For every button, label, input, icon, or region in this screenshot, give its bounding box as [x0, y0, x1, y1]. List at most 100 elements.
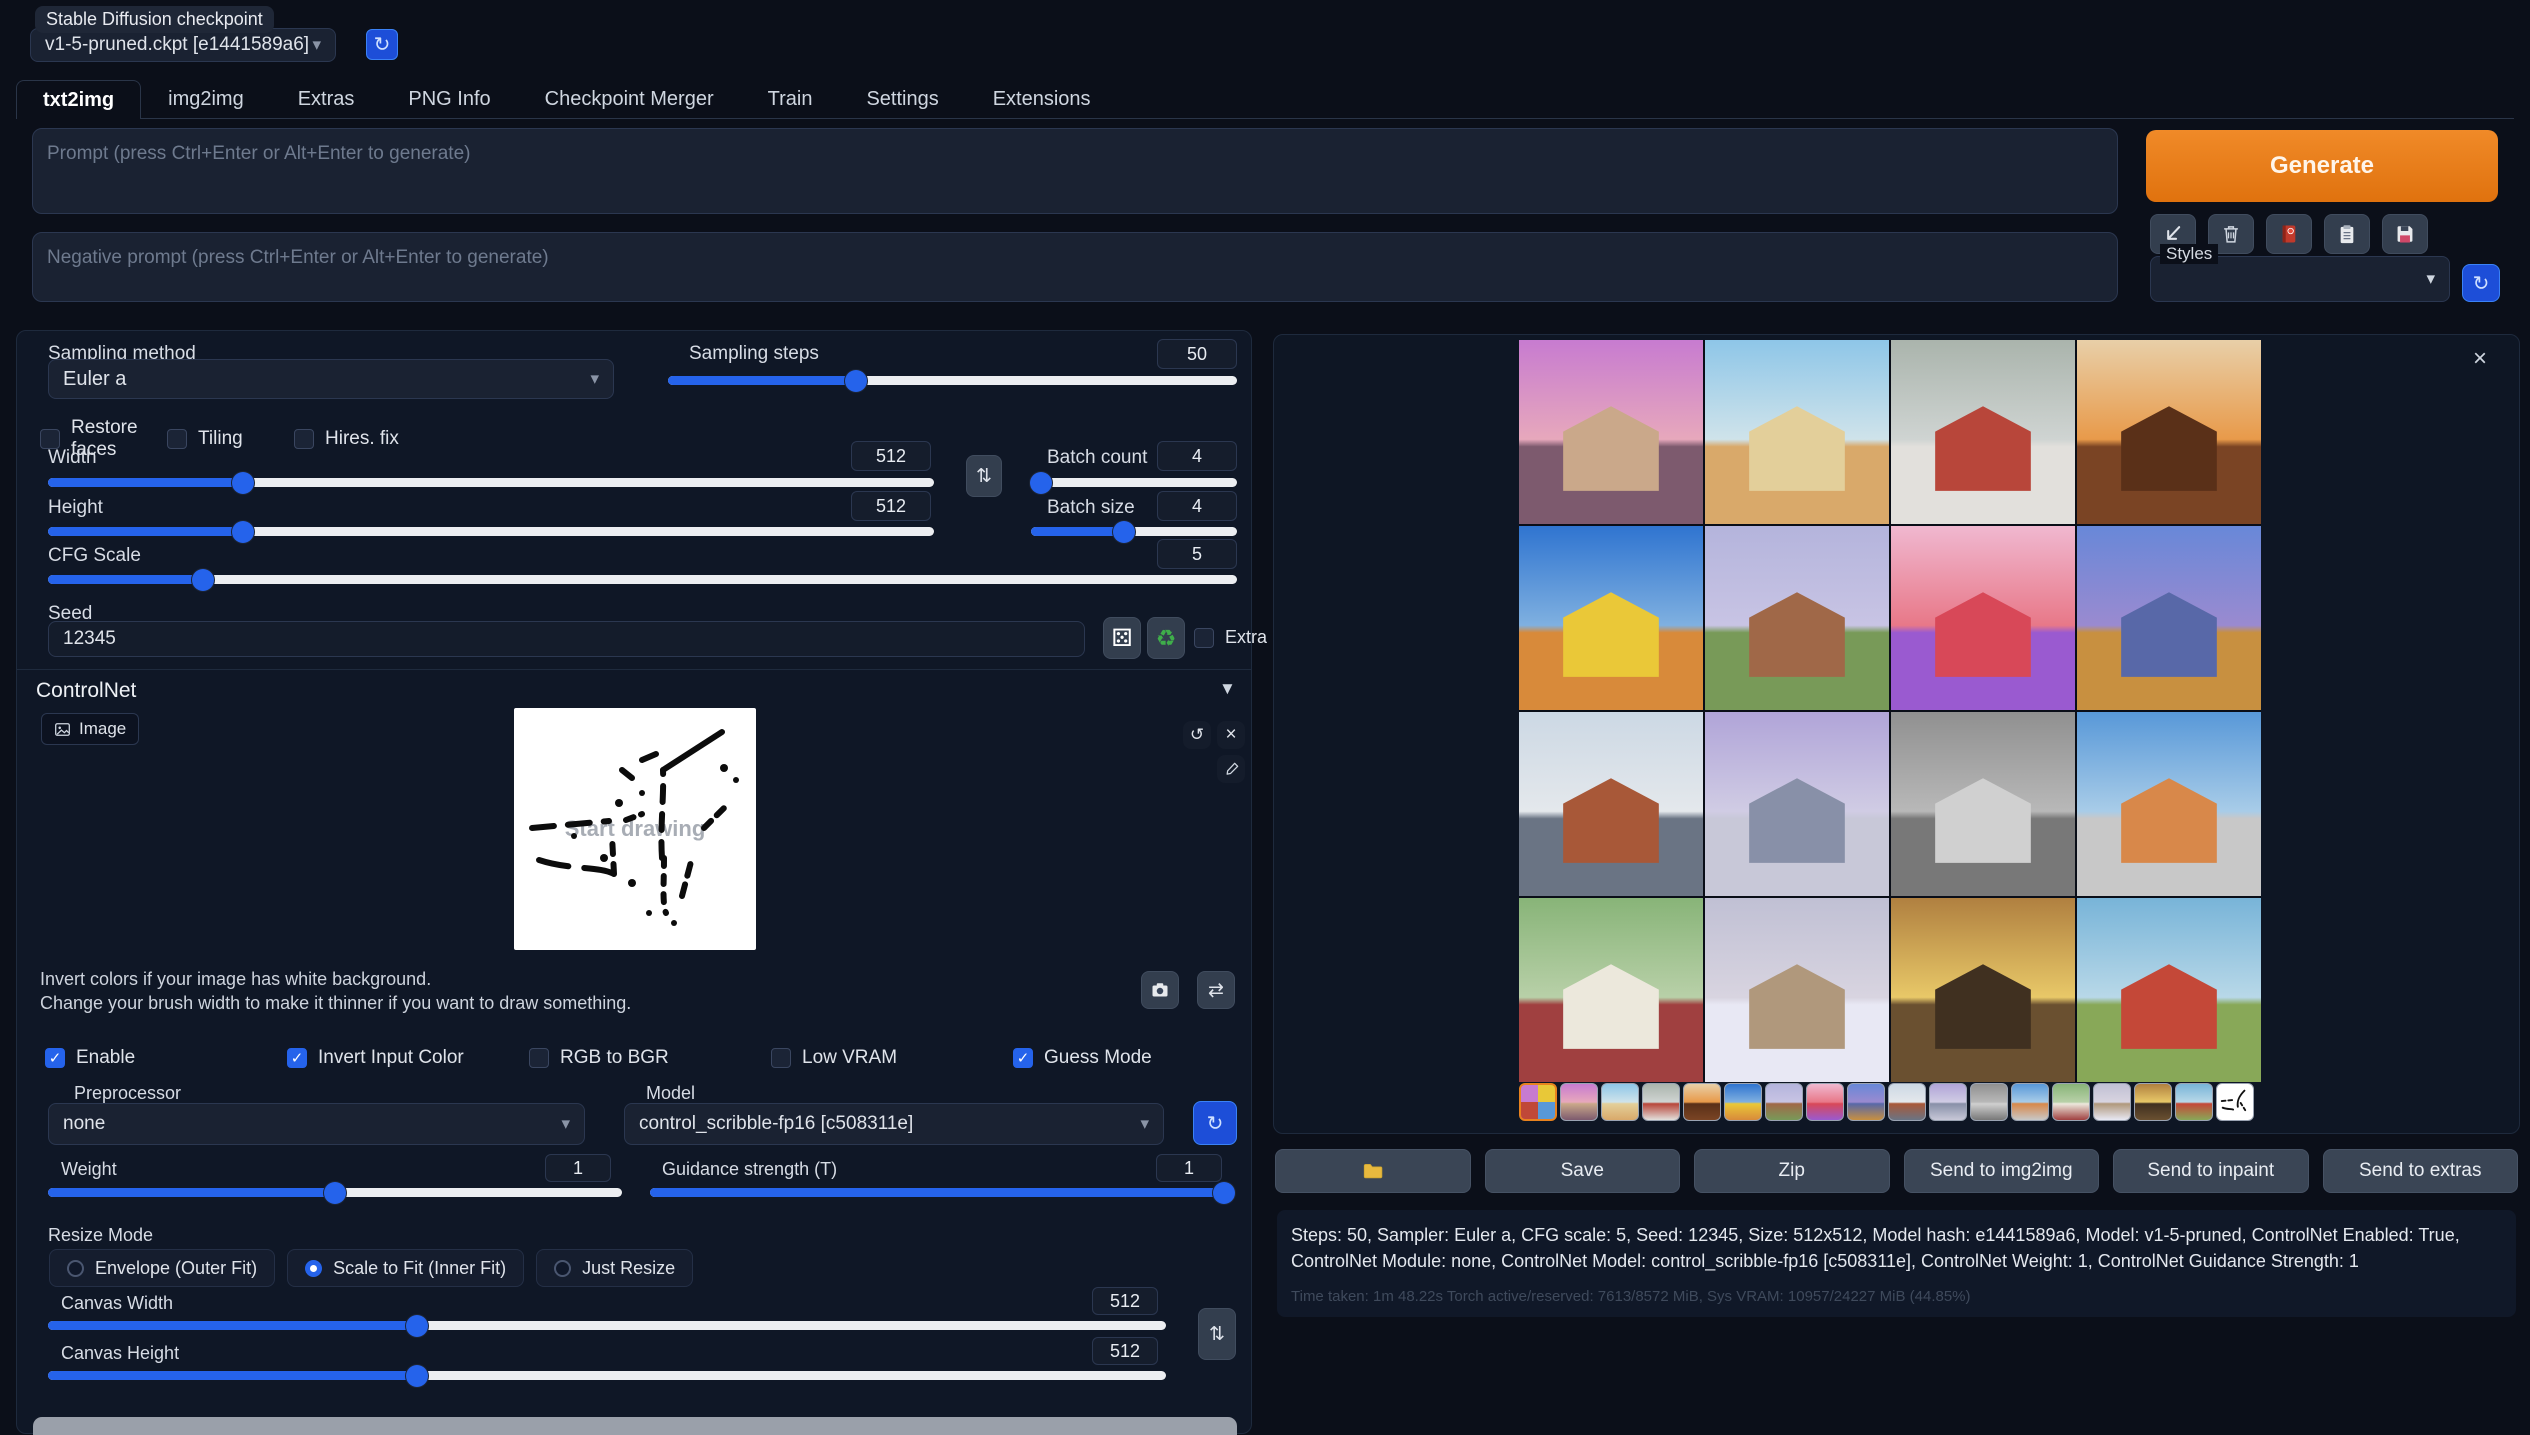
model-dropdown[interactable]: control_scribble-fp16 [c508311e] ▾	[624, 1103, 1164, 1145]
gallery-image-red-houses-snow[interactable]	[1891, 340, 2075, 524]
controlnet-title[interactable]: ControlNet	[36, 679, 136, 703]
gallery-image-white-house-red-bushes[interactable]	[1519, 898, 1703, 1082]
swap-canvas-dimensions-button[interactable]: ⇅	[1198, 1308, 1236, 1360]
tab-img2img[interactable]: img2img	[141, 79, 271, 118]
thumbnail-yellow-house-blue-sky[interactable]	[1724, 1083, 1762, 1121]
seed-extra-checkbox[interactable]: Extra	[1194, 627, 1267, 648]
guidance-strength-slider[interactable]	[650, 1188, 1224, 1197]
checkbox-tiling[interactable]: Tiling	[167, 417, 294, 461]
checkbox-guess-mode[interactable]: ✓Guess Mode	[1013, 1047, 1152, 1069]
tab-settings[interactable]: Settings	[839, 79, 965, 118]
gallery-image-yellow-house-blue-sky[interactable]	[1519, 526, 1703, 710]
height-slider[interactable]	[48, 527, 934, 536]
gallery-image-brick-house-lavender-sky[interactable]	[1705, 526, 1889, 710]
sampling-steps-value[interactable]: 50	[1157, 339, 1237, 369]
checkbox[interactable]	[167, 429, 187, 449]
negative-prompt-input[interactable]	[32, 232, 2118, 302]
controlnet-image-tab[interactable]: Image	[41, 713, 139, 745]
open-folder-button[interactable]	[1275, 1149, 1471, 1193]
height-value[interactable]: 512	[851, 491, 931, 521]
batch-count-slider[interactable]	[1031, 478, 1237, 487]
swap-dimensions-button[interactable]: ⇅	[966, 455, 1002, 497]
tab-extensions[interactable]: Extensions	[966, 79, 1118, 118]
tab-checkpoint-merger[interactable]: Checkpoint Merger	[518, 79, 741, 118]
checkbox[interactable]: ✓	[1013, 1048, 1033, 1068]
checkbox[interactable]	[771, 1048, 791, 1068]
thumbnail-brown-houses-road[interactable]	[1888, 1083, 1926, 1121]
resize-mode-scale-to-fit-inner-fit-[interactable]: Scale to Fit (Inner Fit)	[287, 1249, 524, 1287]
send-to-img2img-button[interactable]: Send to img2img	[1904, 1149, 2100, 1193]
send-to-inpaint-button[interactable]: Send to inpaint	[2113, 1149, 2309, 1193]
checkpoint-refresh-button[interactable]: ↻	[366, 29, 398, 60]
canvas-width-value[interactable]: 512	[1092, 1287, 1158, 1315]
weight-value[interactable]: 1	[545, 1154, 611, 1182]
canvas-close-button[interactable]: ×	[1217, 721, 1245, 749]
checkbox[interactable]	[40, 429, 60, 449]
cfg-scale-value[interactable]: 5	[1157, 539, 1237, 569]
mirror-webcam-button[interactable]: ⇄	[1197, 971, 1235, 1009]
thumbnail-golden-sunset-barn[interactable]	[2134, 1083, 2172, 1121]
tab-txt2img[interactable]: txt2img	[16, 80, 141, 119]
gallery-image-sun-colorful-street[interactable]	[2077, 526, 2261, 710]
radio-dot[interactable]	[554, 1260, 571, 1277]
checkbox-hires-fix[interactable]: Hires. fix	[294, 417, 399, 461]
batch-count-value[interactable]: 4	[1157, 441, 1237, 471]
prompt-input[interactable]	[32, 128, 2118, 214]
resize-mode-just-resize[interactable]: Just Resize	[536, 1249, 693, 1287]
gallery-image-colorful-street-blue-sky[interactable]	[2077, 712, 2261, 896]
red-book-button[interactable]	[2266, 214, 2312, 254]
floppy-button[interactable]	[2382, 214, 2428, 254]
send-to-extras-button[interactable]: Send to extras	[2323, 1149, 2519, 1193]
canvas-height-slider[interactable]	[48, 1371, 1166, 1380]
thumbnail-sunset-house-purple-path[interactable]	[1806, 1083, 1844, 1121]
thumbnail-tan-houses-blue-sky[interactable]	[1601, 1083, 1639, 1121]
checkbox[interactable]: ✓	[287, 1048, 307, 1068]
checkbox-low-vram[interactable]: Low VRAM	[771, 1047, 1013, 1069]
gallery-image-snowy-mountain-village[interactable]	[1705, 898, 1889, 1082]
gallery-image-grey-old-house[interactable]	[1891, 712, 2075, 896]
thumbnail-brick-house-lavender-sky[interactable]	[1765, 1083, 1803, 1121]
thumbnail-sun-colorful-street[interactable]	[1847, 1083, 1885, 1121]
new-canvas-button[interactable]	[1141, 971, 1179, 1009]
model-refresh-button[interactable]: ↻	[1193, 1101, 1237, 1145]
checkbox-rgb-to-bgr[interactable]: RGB to BGR	[529, 1047, 771, 1069]
gallery-image-tan-houses-blue-sky[interactable]	[1705, 340, 1889, 524]
batch-size-slider[interactable]	[1031, 527, 1237, 536]
canvas-brush-button[interactable]	[1217, 755, 1245, 783]
sampling-method-dropdown[interactable]: Euler a ▾	[48, 359, 614, 399]
tab-extras[interactable]: Extras	[271, 79, 382, 118]
gallery-image-brown-houses-road[interactable]	[1519, 712, 1703, 896]
gallery-close-button[interactable]: ×	[2473, 347, 2487, 371]
thumbnail-scribble-map[interactable]	[2216, 1083, 2254, 1121]
checkbox-invert-input-color[interactable]: ✓Invert Input Color	[287, 1047, 529, 1069]
preprocessor-dropdown[interactable]: none ▾	[48, 1103, 585, 1145]
script-accordion[interactable]	[33, 1417, 1237, 1435]
gallery-image-snowy-houses-purple-sky[interactable]	[1705, 712, 1889, 896]
batch-size-value[interactable]: 4	[1157, 491, 1237, 521]
thumbnail-colorful-street-blue-sky[interactable]	[2011, 1083, 2049, 1121]
checkbox[interactable]	[294, 429, 314, 449]
gallery-image-red-farmhouse-hills[interactable]	[2077, 898, 2261, 1082]
weight-slider[interactable]	[48, 1188, 622, 1197]
resize-mode-envelope-outer-fit-[interactable]: Envelope (Outer Fit)	[49, 1249, 275, 1287]
random-seed-button[interactable]: ⚄	[1103, 617, 1141, 659]
save-button[interactable]: Save	[1485, 1149, 1681, 1193]
checkbox[interactable]: ✓	[45, 1048, 65, 1068]
styles-refresh-button[interactable]: ↻	[2462, 264, 2500, 302]
thumbnail-snowy-houses-purple-sky[interactable]	[1929, 1083, 1967, 1121]
tab-train[interactable]: Train	[741, 79, 840, 118]
thumbnail-grid-all[interactable]	[1519, 1083, 1557, 1121]
checkbox[interactable]	[529, 1048, 549, 1068]
canvas-width-slider[interactable]	[48, 1321, 1166, 1330]
width-value[interactable]: 512	[851, 441, 931, 471]
width-slider[interactable]	[48, 478, 934, 487]
cfg-scale-slider[interactable]	[48, 575, 1237, 584]
checkbox-enable[interactable]: ✓Enable	[45, 1047, 287, 1069]
gallery-image-golden-sunset-barn[interactable]	[1891, 898, 2075, 1082]
gallery-image-purple-sunset-street[interactable]	[1519, 340, 1703, 524]
thumbnail-snowy-mountain-village[interactable]	[2093, 1083, 2131, 1121]
zip-button[interactable]: Zip	[1694, 1149, 1890, 1193]
radio-dot[interactable]	[67, 1260, 84, 1277]
thumbnail-red-farmhouse-hills[interactable]	[2175, 1083, 2213, 1121]
controlnet-canvas[interactable]: Start drawing	[514, 708, 756, 950]
